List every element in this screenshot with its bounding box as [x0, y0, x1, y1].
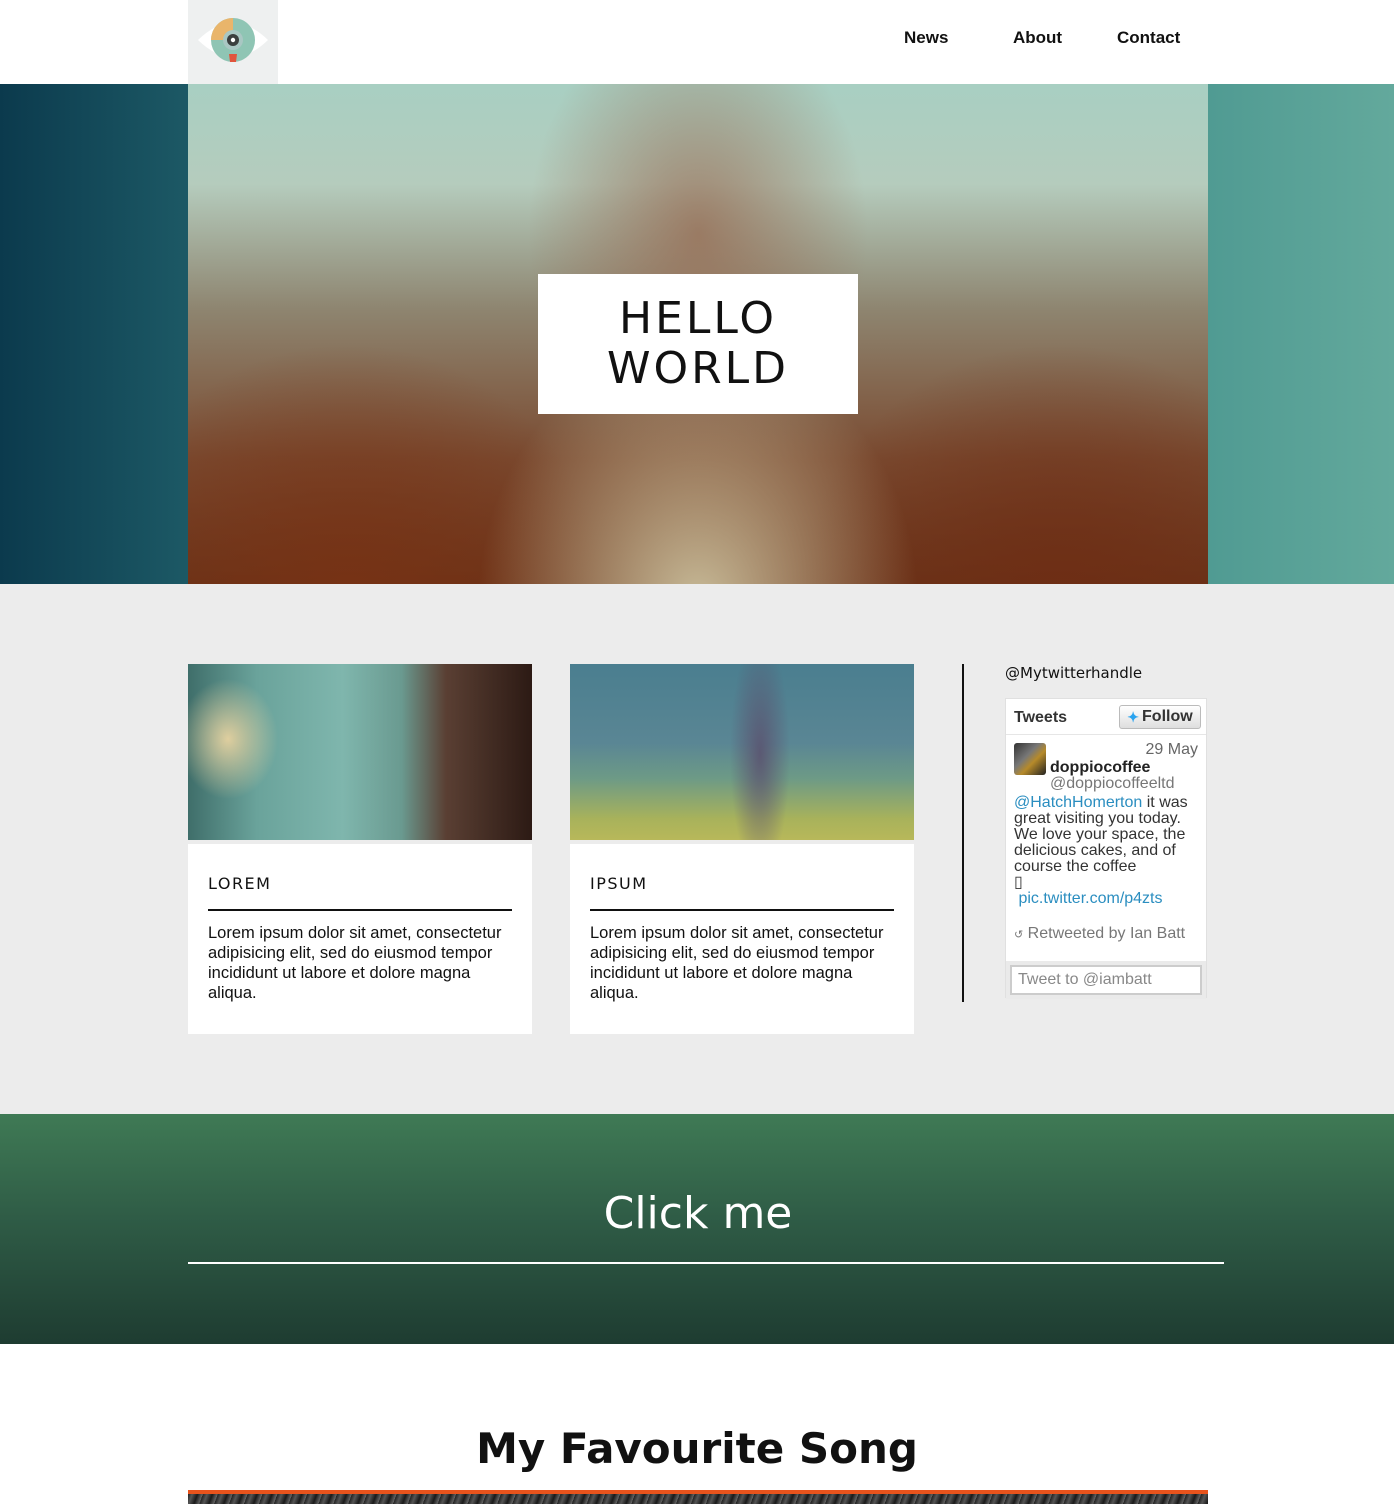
- card-text: Lorem ipsum dolor sit amet, consectetur …: [590, 924, 884, 1002]
- follow-label: Follow: [1142, 708, 1193, 725]
- site-header: News About Contact: [0, 0, 1394, 84]
- retweeted-by: Retweeted by Ian Batt: [1027, 925, 1186, 942]
- card-title: LOREM: [208, 874, 512, 911]
- hero-section: HELLO WORLD: [0, 84, 1394, 584]
- card-text: Lorem ipsum dolor sit amet, consectetur …: [208, 924, 502, 1002]
- song-title: My Favourite Song: [476, 1424, 918, 1473]
- tweet-author-handle[interactable]: @doppiocoffeeltd: [1050, 775, 1174, 793]
- tweet-mention-link[interactable]: @HatchHomerton: [1014, 794, 1142, 811]
- feature-card[interactable]: LOREM Lorem ipsum dolor sit amet, consec…: [188, 664, 532, 1034]
- cta-underline: [188, 1262, 1224, 1264]
- card-image: [188, 664, 532, 840]
- tweet-media-link[interactable]: pic.twitter.com/p4zts: [1018, 890, 1162, 907]
- nav-link-contact[interactable]: Contact: [1117, 28, 1180, 48]
- hero-title: HELLO WORLD: [606, 293, 790, 394]
- click-me-button[interactable]: Click me: [188, 1188, 1208, 1239]
- feature-card[interactable]: IPSUM Lorem ipsum dolor sit amet, consec…: [570, 664, 914, 1034]
- card-image: [570, 664, 914, 840]
- twitter-widget: Tweets ✦ Follow 29 May doppiocoffee @dop…: [1005, 698, 1207, 999]
- cta-section: Click me: [0, 1114, 1394, 1344]
- nav-link-about[interactable]: About: [1013, 28, 1062, 48]
- avatar[interactable]: [1014, 743, 1046, 775]
- tweet-text: @HatchHomerton it was great visiting you…: [1014, 795, 1200, 907]
- twitter-handle: @Mytwitterhandle: [1005, 664, 1143, 682]
- twitter-widget-header: Tweets ✦ Follow: [1006, 699, 1206, 735]
- nav-link-news[interactable]: News: [904, 28, 948, 48]
- card-title: IPSUM: [590, 874, 894, 911]
- follow-button[interactable]: ✦ Follow: [1119, 705, 1201, 729]
- song-player[interactable]: [188, 1494, 1208, 1504]
- vertical-divider: [962, 664, 964, 1002]
- retweet-info: ↺ Retweeted by Ian Batt: [1014, 925, 1200, 944]
- twitter-bird-icon: ✦: [1127, 708, 1140, 725]
- hero-title-card: HELLO WORLD: [538, 274, 858, 414]
- tweet-glyph: ▯: [1014, 874, 1023, 891]
- tweet-date[interactable]: 29 May: [1146, 741, 1198, 759]
- hero-image: HELLO WORLD: [188, 84, 1208, 584]
- content-section: LOREM Lorem ipsum dolor sit amet, consec…: [0, 584, 1394, 1114]
- retweet-icon: ↺: [1014, 929, 1024, 941]
- twitter-widget-title: Tweets: [1014, 709, 1068, 726]
- song-section: My Favourite Song: [0, 1344, 1394, 1504]
- tweet-to-input[interactable]: Tweet to @iambatt: [1010, 965, 1202, 995]
- eye-logo-icon[interactable]: [188, 0, 278, 84]
